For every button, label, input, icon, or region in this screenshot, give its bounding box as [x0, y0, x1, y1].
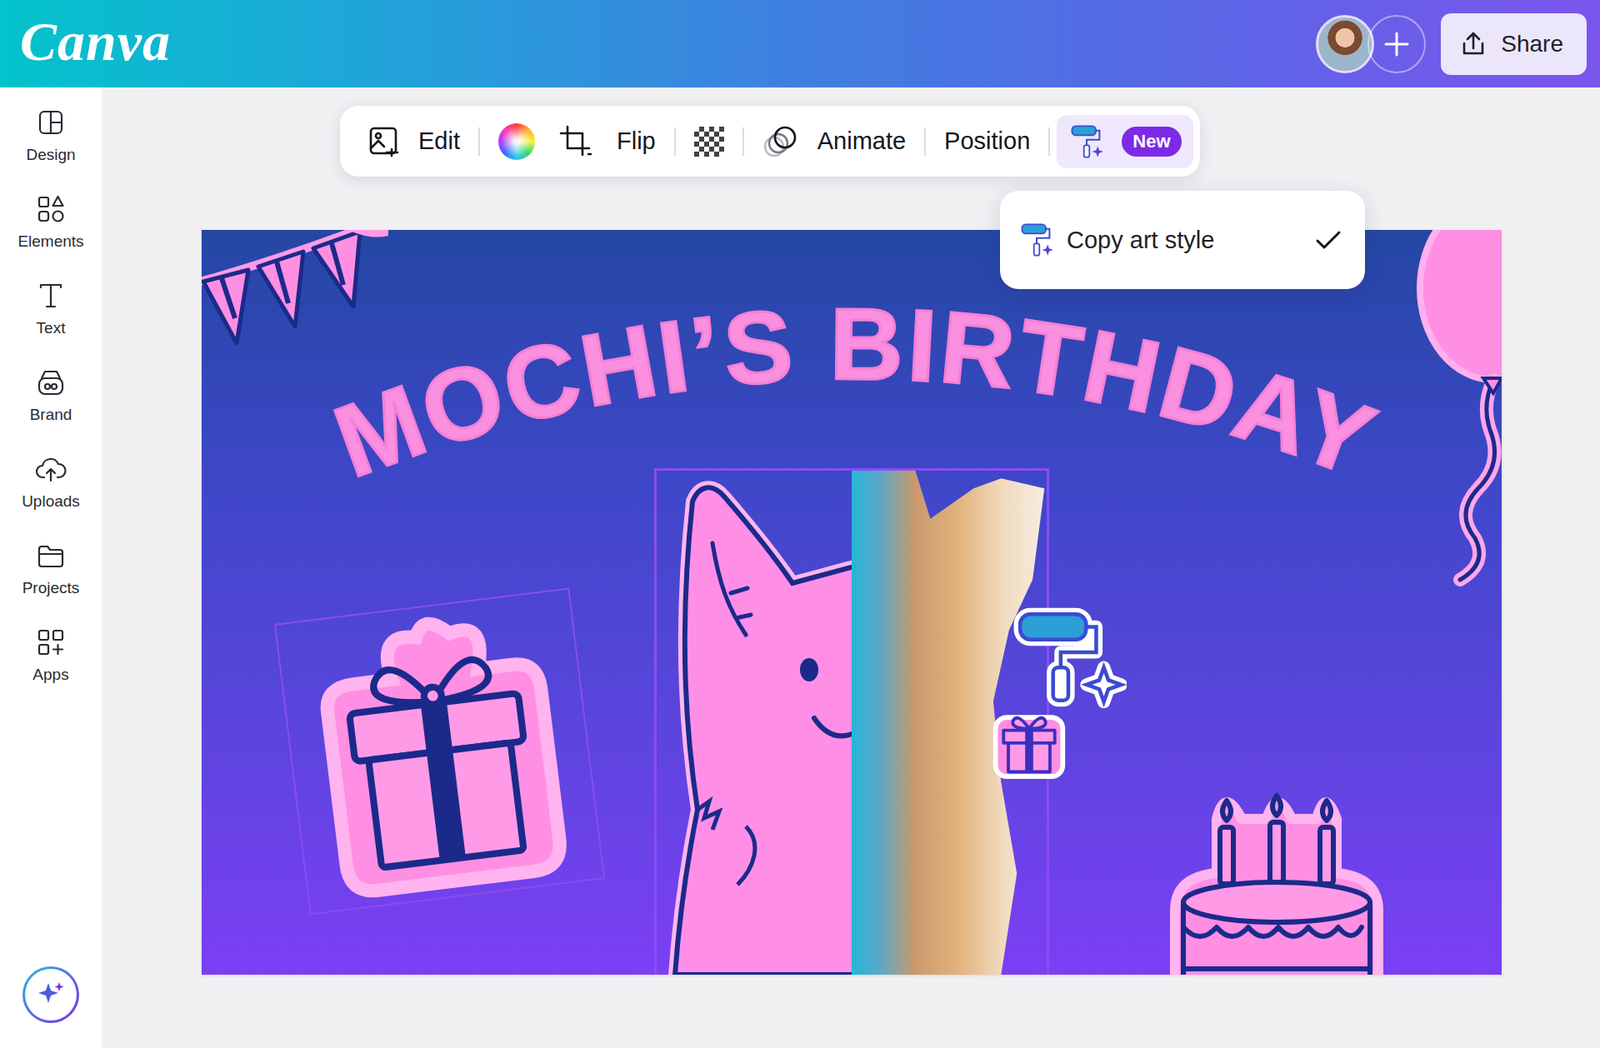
tool-content: Animate [762, 124, 906, 160]
animate-icon [762, 124, 801, 160]
tool-label: Animate [817, 127, 906, 155]
toolbar-separator [1048, 127, 1050, 156]
gift-icon [275, 590, 604, 914]
color-wheel-icon [498, 123, 535, 160]
text-icon [34, 279, 68, 313]
selection-frame [654, 468, 1050, 975]
sidebar: Design Elements Text Brand Uploads Projects Ap… [0, 87, 102, 1048]
edit-button[interactable]: Edit [355, 115, 472, 168]
layout-icon [34, 105, 68, 140]
tool-label: Position [944, 127, 1030, 155]
new-badge: New [1121, 126, 1181, 157]
sidebar-item[interactable]: Apps [32, 625, 69, 713]
design-title[interactable]: MOCHI’S BIRTHDAY [320, 287, 1391, 500]
sidebar-label: Apps [32, 665, 69, 685]
apps-icon [34, 625, 68, 660]
toolbar-separator [742, 127, 745, 156]
sidebar-item[interactable]: Text [34, 279, 68, 366]
top-bar: Canva Share [0, 0, 1600, 88]
sidebar-item[interactable]: Brand [30, 365, 73, 453]
art-style-menu: Copy art style [1000, 190, 1365, 290]
shapes-icon [34, 192, 68, 226]
animate-button[interactable]: Animate [750, 115, 918, 168]
canva-logo[interactable]: Canva [20, 10, 171, 79]
upload-icon [1459, 30, 1488, 59]
transparency-button[interactable] [682, 118, 736, 165]
checkmark-icon [1310, 221, 1347, 259]
share-button[interactable]: Share [1440, 13, 1587, 75]
add-collaborator-button[interactable] [1367, 15, 1426, 74]
small-gift-sticker[interactable] [988, 701, 1070, 782]
editor-workspace: Edit Flip Animate Position New Copy art styl… [101, 87, 1600, 1048]
sidebar-item[interactable]: Design [25, 105, 75, 193]
cake-sticker[interactable] [1158, 785, 1395, 975]
magic-assistant-button[interactable] [22, 966, 80, 1024]
crop-button[interactable] [546, 115, 605, 168]
sidebar-label: Text [36, 319, 66, 338]
brand-icon [34, 365, 68, 400]
transparency-icon [694, 126, 725, 157]
paint-roller-sticker[interactable] [1010, 606, 1127, 709]
tool-content [498, 123, 535, 160]
tool-label: Edit [418, 127, 460, 155]
menu-item-label: Copy art style [1066, 226, 1299, 255]
paint-roller-icon [1018, 221, 1055, 259]
design-canvas[interactable]: MOCHI’S BIRTHDAY [201, 230, 1502, 975]
balloon-graphic[interactable] [1410, 230, 1502, 597]
menu-item[interactable]: Copy art style [1018, 213, 1347, 267]
artstyle-button[interactable]: New [1056, 115, 1193, 169]
gift-sticker[interactable] [274, 588, 605, 916]
sparkle-icon [35, 980, 66, 1010]
tool-content: New [1068, 123, 1181, 160]
paint-roller-icon [1068, 123, 1105, 160]
tool-content [694, 126, 725, 157]
crop-icon [558, 124, 594, 160]
toolbar-separator [478, 127, 480, 156]
sidebar-item[interactable]: Elements [17, 192, 84, 280]
plus-icon [1382, 30, 1411, 59]
sidebar-label: Design [25, 145, 75, 165]
folder-icon [34, 539, 68, 573]
sidebar-item[interactable]: Uploads [21, 452, 80, 540]
color-button[interactable] [486, 115, 547, 169]
sidebar-item[interactable]: Projects [22, 539, 80, 626]
bunting-graphic[interactable] [201, 230, 389, 377]
sidebar-label: Projects [22, 579, 80, 598]
toolbar-separator [674, 127, 676, 156]
tool-label: Flip [616, 127, 656, 155]
cloud-upload-icon [34, 452, 68, 486]
image-edit-icon [366, 124, 402, 160]
position-button[interactable]: Position [932, 118, 1042, 165]
tool-content: Edit [366, 124, 460, 160]
context-toolbar: Edit Flip Animate Position New [340, 105, 1200, 177]
user-avatar[interactable] [1315, 15, 1375, 74]
flip-button[interactable]: Flip [605, 118, 668, 165]
corgi-illustration[interactable] [654, 468, 855, 975]
tool-content: Position [944, 127, 1030, 155]
sidebar-label: Elements [17, 232, 84, 251]
tool-content [558, 124, 594, 160]
sidebar-label: Uploads [21, 492, 80, 511]
sidebar-label: Brand [30, 405, 73, 425]
tool-content: Flip [616, 127, 656, 155]
toolbar-separator [924, 127, 926, 156]
